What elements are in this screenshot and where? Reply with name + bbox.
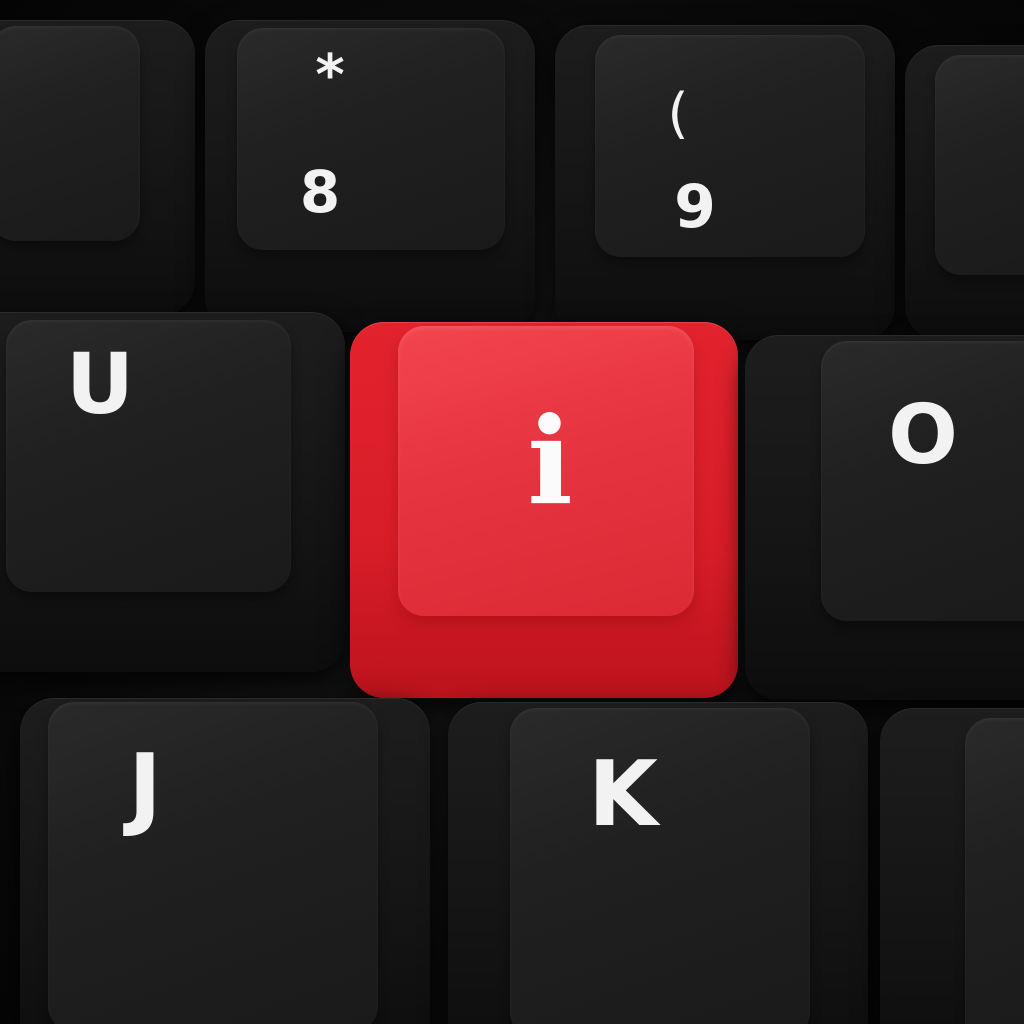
key-k[interactable]: K	[448, 702, 868, 1024]
key-j[interactable]: J	[20, 698, 430, 1024]
key-o-legend: O	[888, 388, 958, 483]
key-u-legend: U	[65, 335, 135, 433]
key-k-legend: K	[588, 742, 658, 847]
key-bottom-right[interactable]	[880, 708, 1024, 1024]
key-i[interactable]: i	[350, 322, 738, 698]
keyboard-photo: * 8 ( 9 U i O J K	[0, 0, 1024, 1024]
key-top-right[interactable]	[905, 45, 1024, 340]
key-8[interactable]: * 8	[205, 20, 535, 332]
key-8-upper-legend: *	[315, 43, 345, 108]
key-9-upper-legend: (	[667, 82, 689, 145]
key-top-left[interactable]	[0, 20, 195, 315]
key-j-legend: J	[128, 735, 162, 840]
key-9-lower-legend: 9	[674, 172, 716, 242]
key-9[interactable]: ( 9	[555, 25, 895, 340]
key-8-lower-legend: 8	[299, 158, 341, 226]
key-o[interactable]: O	[745, 335, 1024, 700]
key-u[interactable]: U	[0, 312, 345, 672]
key-i-legend: i	[527, 391, 573, 532]
